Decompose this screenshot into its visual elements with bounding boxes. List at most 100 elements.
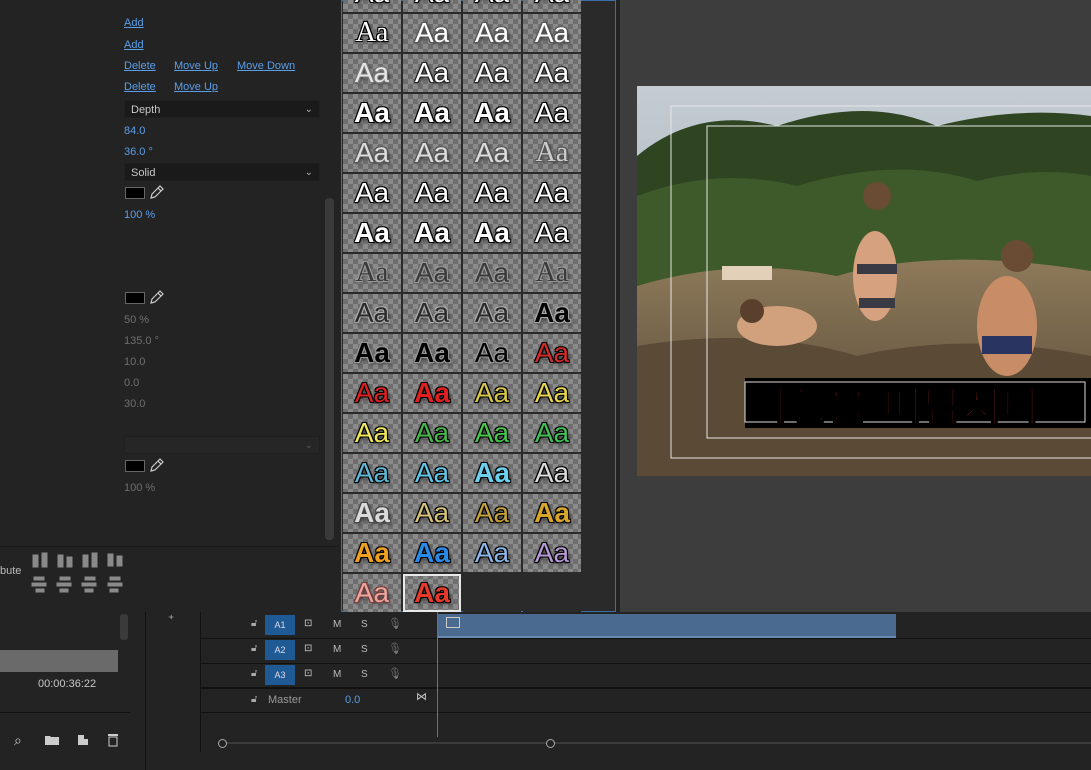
text-style-swatch[interactable]: Aa <box>463 94 521 132</box>
text-style-swatch[interactable]: Aa <box>343 454 401 492</box>
text-style-swatch[interactable]: Aa <box>463 414 521 452</box>
text-style-swatch[interactable]: Aa <box>463 294 521 332</box>
text-style-swatch[interactable]: Aa <box>463 534 521 572</box>
text-style-swatch[interactable]: Aa <box>403 14 461 52</box>
text-style-swatch[interactable]: Aa <box>343 254 401 292</box>
text-style-swatch[interactable]: Aa <box>523 374 581 412</box>
shadow-size-value[interactable]: 0.0 <box>124 377 139 389</box>
text-style-swatch[interactable]: Aa <box>343 94 401 132</box>
text-style-swatch[interactable]: Aa <box>523 494 581 532</box>
text-style-swatch[interactable]: Aa <box>463 54 521 92</box>
text-style-swatch[interactable]: Aa <box>523 414 581 452</box>
move-up-link-2[interactable]: Move Up <box>174 81 218 93</box>
shadow-distance-value[interactable]: 10.0 <box>124 356 145 368</box>
folder-icon[interactable] <box>44 734 60 746</box>
shadow-opacity-value[interactable]: 50 % <box>124 314 149 326</box>
master-value[interactable]: 0.0 <box>345 694 360 706</box>
text-style-swatch[interactable]: Aa <box>463 134 521 172</box>
text-style-swatch[interactable]: Aa <box>463 174 521 212</box>
fill-type-dropdown[interactable]: Solid ⌄ <box>124 163 320 181</box>
lock-icon[interactable]: 🔓︎ <box>251 618 257 629</box>
text-style-swatch[interactable]: Aa <box>523 534 581 572</box>
text-style-swatch[interactable]: Aa <box>523 94 581 132</box>
lock-icon[interactable]: 🔓︎ <box>251 668 257 679</box>
text-style-swatch[interactable]: Aa <box>523 174 581 212</box>
text-style-swatch[interactable]: Aa <box>523 454 581 492</box>
text-style-swatch[interactable]: Aa <box>403 174 461 212</box>
microphone-icon[interactable]: 🎙︎ <box>388 667 402 680</box>
text-style-swatch[interactable]: Aa <box>523 54 581 92</box>
add-fill-link[interactable]: Add <box>124 17 144 29</box>
add-stroke-link[interactable]: Add <box>124 39 144 51</box>
text-style-swatch[interactable]: Aa <box>403 134 461 172</box>
solo-button[interactable]: S <box>361 644 368 655</box>
lock-icon[interactable]: 🔓︎ <box>251 643 257 654</box>
text-style-swatch[interactable]: Aa <box>343 134 401 172</box>
text-style-swatch[interactable]: Aa <box>403 414 461 452</box>
text-style-swatch[interactable]: Aa <box>343 0 401 12</box>
text-style-swatch[interactable]: Aa <box>403 54 461 92</box>
text-style-swatch[interactable]: Aa <box>343 574 401 612</box>
text-style-swatch[interactable]: Aa <box>343 294 401 332</box>
background-color-swatch[interactable] <box>125 460 145 472</box>
stroke-type-dropdown[interactable]: Depth ⌄ <box>124 100 320 118</box>
text-style-swatch[interactable]: Aa <box>403 94 461 132</box>
text-style-swatch[interactable]: Aa <box>403 374 461 412</box>
microphone-icon[interactable]: 🎙︎ <box>388 642 402 655</box>
project-scrollbar[interactable] <box>120 614 128 640</box>
eyedropper-icon[interactable] <box>150 290 164 304</box>
text-style-swatch[interactable]: Aa <box>403 574 461 612</box>
microphone-icon[interactable]: 🎙︎ <box>388 617 402 630</box>
track-target-button[interactable]: A1 <box>265 615 295 635</box>
text-style-swatch[interactable]: Aa <box>463 0 521 12</box>
distribute-icons[interactable] <box>30 551 126 595</box>
solo-button[interactable]: S <box>361 619 368 630</box>
text-style-swatch[interactable]: Aa <box>343 534 401 572</box>
text-style-swatch[interactable]: Aa <box>523 334 581 372</box>
text-style-swatch[interactable]: Aa <box>463 214 521 252</box>
sync-lock-icon[interactable]: ⊡ <box>304 643 312 654</box>
video-caption[interactable]: 여행을 떠납시다 <box>748 374 1042 435</box>
audio-clip[interactable] <box>438 614 896 638</box>
text-style-swatch[interactable]: Aa <box>403 0 461 12</box>
text-style-swatch[interactable]: Aa <box>343 54 401 92</box>
text-style-swatch[interactable]: Aa <box>523 254 581 292</box>
size-value[interactable]: 84.0 <box>124 125 145 137</box>
sync-lock-icon[interactable]: ⊡ <box>304 618 312 629</box>
angle-value[interactable]: 36.0 ° <box>124 146 153 158</box>
text-style-swatch[interactable]: Aa <box>343 174 401 212</box>
text-style-swatch[interactable]: Aa <box>343 414 401 452</box>
text-style-swatch[interactable]: Aa <box>343 214 401 252</box>
text-style-swatch[interactable]: Aa <box>523 214 581 252</box>
text-style-swatch[interactable]: Aa <box>343 334 401 372</box>
text-style-swatch[interactable]: Aa <box>463 254 521 292</box>
text-style-swatch[interactable]: Aa <box>523 134 581 172</box>
go-to-edge-icon[interactable]: ⋈ <box>416 690 427 703</box>
mute-button[interactable]: M <box>333 644 341 655</box>
mute-button[interactable]: M <box>333 669 341 680</box>
shadow-angle-value[interactable]: 135.0 ° <box>124 335 159 347</box>
text-style-swatch[interactable]: Aa <box>343 494 401 532</box>
master-lock-icon[interactable]: 🔓︎ <box>251 694 257 705</box>
background-opacity-value[interactable]: 100 % <box>124 482 155 494</box>
fill-color-swatch[interactable] <box>125 187 145 199</box>
text-style-swatch[interactable]: Aa <box>403 294 461 332</box>
text-style-swatch[interactable]: Aa <box>403 214 461 252</box>
track-target-button[interactable]: A3 <box>265 665 295 685</box>
eyedropper-icon[interactable] <box>150 458 164 472</box>
text-style-swatch[interactable]: Aa <box>463 454 521 492</box>
new-item-icon[interactable] <box>76 733 90 747</box>
trash-icon[interactable] <box>106 732 120 747</box>
search-icon[interactable]: ⌕ <box>14 732 22 749</box>
timeline-zoom-handle[interactable] <box>218 739 555 748</box>
text-style-swatch[interactable]: Aa <box>343 14 401 52</box>
move-up-link-1[interactable]: Move Up <box>174 60 218 72</box>
eyedropper-icon[interactable] <box>150 185 164 199</box>
text-style-swatch[interactable]: Aa <box>403 254 461 292</box>
text-style-swatch[interactable]: Aa <box>463 374 521 412</box>
shadow-color-swatch[interactable] <box>125 292 145 304</box>
fill-opacity-value[interactable]: 100 % <box>124 209 155 221</box>
text-style-swatch[interactable]: Aa <box>343 374 401 412</box>
text-style-swatch[interactable]: Aa <box>403 534 461 572</box>
text-style-swatch[interactable]: Aa <box>523 0 581 12</box>
